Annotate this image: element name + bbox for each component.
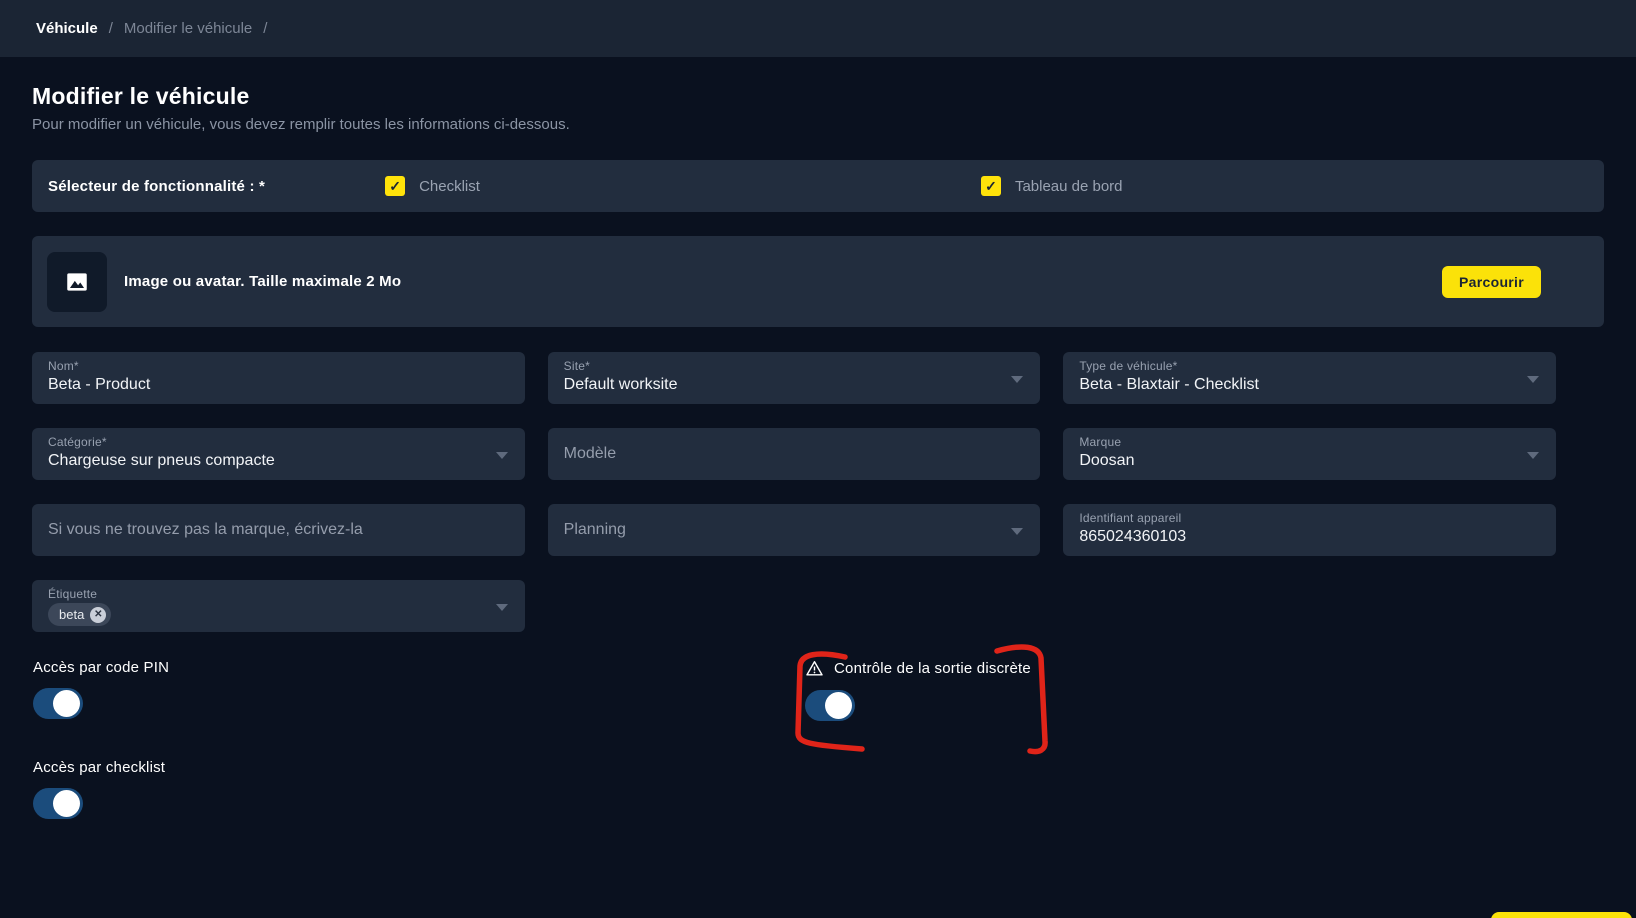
identifiant-appareil-field[interactable]: Identifiant appareil 865024360103 — [1063, 504, 1556, 556]
categorie-select[interactable]: Catégorie* Chargeuse sur pneus compacte — [32, 428, 525, 480]
planning-select[interactable]: Planning — [548, 504, 1041, 556]
checklist-checkbox[interactable]: ✓ — [385, 176, 405, 196]
marque-value: Doosan — [1079, 452, 1540, 470]
chevron-down-icon — [1527, 376, 1539, 383]
sortie-discrete-label: Contrôle de la sortie discrète — [834, 660, 1031, 677]
image-upload-text: Image ou avatar. Taille maximale 2 Mo — [124, 273, 401, 290]
acces-checklist-label: Accès par checklist — [33, 759, 165, 776]
breadcrumb: Véhicule / Modifier le véhicule / — [0, 0, 1636, 57]
identifiant-appareil-value: 865024360103 — [1079, 528, 1540, 546]
checkbox-group-tableau: ✓ Tableau de bord — [981, 176, 1123, 196]
acces-pin-group: Accès par code PIN — [33, 659, 169, 719]
image-upload-tile[interactable] — [47, 252, 107, 312]
acces-pin-label: Accès par code PIN — [33, 659, 169, 676]
site-label: Site* — [564, 359, 1025, 373]
type-vehicule-value: Beta - Blaxtair - Checklist — [1079, 376, 1540, 394]
marque-select[interactable]: Marque Doosan — [1063, 428, 1556, 480]
nom-value: Beta - Product — [48, 376, 509, 394]
nom-label: Nom* — [48, 359, 509, 373]
toggles-section: Accès par code PIN Contrôle de la sortie… — [32, 649, 1604, 889]
breadcrumb-modifier[interactable]: Modifier le véhicule — [124, 20, 252, 37]
chevron-down-icon — [1011, 376, 1023, 383]
tableau-de-bord-checkbox[interactable]: ✓ — [981, 176, 1001, 196]
vehicle-form: Nom* Beta - Product Site* Default worksi… — [32, 352, 1556, 632]
toggle-knob — [53, 790, 80, 817]
breadcrumb-separator: / — [263, 20, 267, 37]
etiquette-select[interactable]: Étiquette beta ✕ — [32, 580, 525, 632]
categorie-value: Chargeuse sur pneus compacte — [48, 452, 509, 470]
toggle-knob — [53, 690, 80, 717]
chevron-down-icon — [496, 604, 508, 611]
tag-chip: beta ✕ — [48, 603, 111, 626]
nom-field[interactable]: Nom* Beta - Product — [32, 352, 525, 404]
chevron-down-icon — [496, 452, 508, 459]
marque-label: Marque — [1079, 435, 1540, 449]
acces-checklist-group: Accès par checklist — [33, 759, 165, 819]
etiquette-label: Étiquette — [48, 587, 509, 601]
checkbox-group-checklist: ✓ Checklist — [385, 176, 480, 196]
page-title: Modifier le véhicule — [16, 83, 1604, 110]
tag-chip-label: beta — [59, 607, 84, 622]
sortie-discrete-group: Contrôle de la sortie discrète — [805, 659, 1031, 721]
acces-pin-toggle[interactable] — [33, 688, 83, 719]
planning-placeholder: Planning — [564, 521, 626, 539]
warning-icon — [805, 659, 824, 678]
remove-tag-icon[interactable]: ✕ — [90, 607, 106, 623]
site-select[interactable]: Site* Default worksite — [548, 352, 1041, 404]
marque-libre-placeholder: Si vous ne trouvez pas la marque, écrive… — [48, 521, 363, 539]
toggle-knob — [825, 692, 852, 719]
tableau-de-bord-checkbox-label: Tableau de bord — [1015, 178, 1123, 195]
image-icon — [64, 269, 90, 295]
modele-placeholder: Modèle — [564, 445, 616, 463]
identifiant-appareil-label: Identifiant appareil — [1079, 511, 1540, 525]
feature-selector-bar: Sélecteur de fonctionnalité : * ✓ Checkl… — [32, 160, 1604, 212]
browse-button[interactable]: Parcourir — [1442, 266, 1541, 298]
marque-libre-input[interactable]: Si vous ne trouvez pas la marque, écrive… — [32, 504, 525, 556]
sortie-discrete-label-row: Contrôle de la sortie discrète — [805, 659, 1031, 678]
sortie-discrete-toggle[interactable] — [805, 690, 855, 721]
feature-selector-label: Sélecteur de fonctionnalité : * — [48, 178, 265, 195]
chevron-down-icon — [1011, 528, 1023, 535]
breadcrumb-vehicule[interactable]: Véhicule — [36, 20, 98, 37]
modele-input[interactable]: Modèle — [548, 428, 1041, 480]
checklist-checkbox-label: Checklist — [419, 178, 480, 195]
submit-button[interactable] — [1491, 912, 1632, 918]
site-value: Default worksite — [564, 376, 1025, 394]
chevron-down-icon — [1527, 452, 1539, 459]
image-upload-bar: Image ou avatar. Taille maximale 2 Mo Pa… — [32, 236, 1604, 327]
breadcrumb-separator: / — [109, 20, 113, 37]
categorie-label: Catégorie* — [48, 435, 509, 449]
type-vehicule-select[interactable]: Type de véhicule* Beta - Blaxtair - Chec… — [1063, 352, 1556, 404]
acces-checklist-toggle[interactable] — [33, 788, 83, 819]
etiquette-tags: beta ✕ — [48, 603, 509, 626]
page-subtitle: Pour modifier un véhicule, vous devez re… — [32, 116, 1604, 133]
type-vehicule-label: Type de véhicule* — [1079, 359, 1540, 373]
